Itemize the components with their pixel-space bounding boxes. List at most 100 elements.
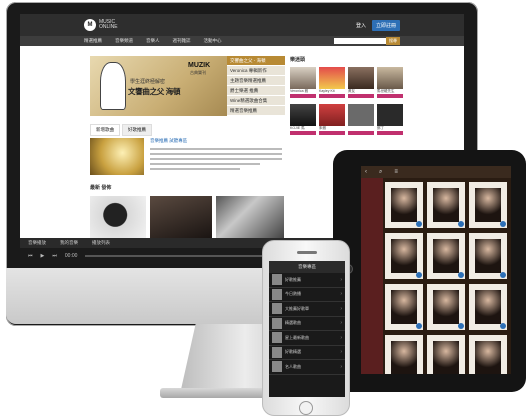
- search-input[interactable]: [334, 38, 386, 44]
- hero-menu: 交響曲之父 - 海頓 Veronica 專輯新作 主題音樂精選推薦 爵士樂選 推…: [227, 56, 285, 116]
- list-item-label: 星上最新歌曲: [285, 334, 309, 340]
- album-card[interactable]: [469, 233, 507, 279]
- player-time: 00:00: [64, 253, 78, 259]
- album-cover: [391, 188, 417, 222]
- hero-menu-item[interactable]: Veronica 專輯新作: [227, 66, 285, 76]
- nav-item[interactable]: 音樂人: [146, 38, 160, 44]
- follow-button[interactable]: [348, 94, 374, 98]
- follow-button[interactable]: [290, 131, 316, 135]
- artist-card[interactable]: 黃友: [348, 67, 374, 101]
- release-thumb[interactable]: [216, 196, 284, 238]
- list-item-label: 大推薦好歌單: [285, 305, 309, 311]
- album-card[interactable]: [385, 182, 423, 228]
- nav-item[interactable]: 精選推薦: [84, 38, 102, 44]
- chevron-right-icon: ›: [340, 276, 342, 283]
- hero-menu-item[interactable]: Wine精選歌曲合集: [227, 96, 285, 106]
- list-item[interactable]: 名人歌曲 ›: [269, 360, 345, 375]
- album-cover: [433, 341, 459, 374]
- search-button[interactable]: 搜尋: [386, 37, 400, 45]
- next-icon[interactable]: ⏭: [52, 253, 57, 259]
- play-icon[interactable]: ▶: [41, 253, 45, 259]
- menu-icon[interactable]: ≡: [394, 169, 398, 175]
- list-thumb: [272, 361, 282, 373]
- list-item-label: 好歌精選: [285, 349, 301, 355]
- album-card[interactable]: [469, 284, 507, 330]
- artist-grid: Veronica 雅 Kayley Kit 黃友 馬世龍先生 KOJIE 馬 朱…: [290, 67, 403, 138]
- album-cover: [433, 290, 459, 324]
- article-text-line: [150, 168, 240, 170]
- avatar: [377, 67, 403, 89]
- prev-icon[interactable]: ⏮: [28, 253, 33, 259]
- tablet-header: ‹ ⌕ ≡: [361, 166, 511, 178]
- content-tabs: 新增歌曲 好歌推薦: [90, 124, 152, 136]
- account-area: 登入 立即註冊: [356, 19, 400, 31]
- album-cover: [391, 341, 417, 374]
- login-link[interactable]: 登入: [356, 22, 366, 29]
- list-item[interactable]: 好歌精選 ›: [269, 346, 345, 360]
- follow-button[interactable]: [377, 94, 403, 98]
- nav-item[interactable]: 音樂頻道: [115, 38, 133, 44]
- nav-item[interactable]: 活動中心: [204, 38, 222, 44]
- album-card[interactable]: [385, 335, 423, 374]
- phone-home-button[interactable]: [299, 401, 313, 415]
- phone-header: 音樂專區: [269, 261, 345, 273]
- tablet-sidebar: [361, 178, 383, 374]
- list-item[interactable]: 精選歌曲 ›: [269, 317, 345, 331]
- follow-button[interactable]: [348, 131, 374, 135]
- article-title[interactable]: 音樂推薦 試聽專區: [150, 138, 187, 144]
- release-thumb[interactable]: [90, 196, 146, 238]
- site-logo[interactable]: M MUSIC ONLINE: [84, 19, 118, 31]
- album-card[interactable]: [469, 182, 507, 228]
- artist-card[interactable]: 鄭丁: [377, 104, 403, 138]
- top-bar: M MUSIC ONLINE 登入 立即註冊: [20, 14, 464, 36]
- artists-panel-title: 樂迷頭: [290, 57, 306, 63]
- album-card[interactable]: [427, 284, 465, 330]
- album-card[interactable]: [427, 335, 465, 374]
- list-thumb: [272, 288, 282, 300]
- hero-menu-item[interactable]: 交響曲之父 - 海頓: [227, 56, 285, 66]
- list-item[interactable]: 好歌推薦 ›: [269, 273, 345, 288]
- album-card[interactable]: [385, 233, 423, 279]
- release-thumb[interactable]: [150, 196, 212, 238]
- follow-button[interactable]: [319, 94, 345, 98]
- avatar: [319, 67, 345, 89]
- album-card[interactable]: [427, 182, 465, 228]
- artist-card[interactable]: Kayley Kit: [319, 67, 345, 101]
- featured-article[interactable]: 音樂推薦 試聽專區: [90, 138, 285, 178]
- artist-card[interactable]: 朱雅: [319, 104, 345, 138]
- tablet-device: ‹ ⌕ ≡: [333, 150, 526, 392]
- follow-button[interactable]: [290, 94, 316, 98]
- album-card[interactable]: [385, 284, 423, 330]
- artist-card[interactable]: [348, 104, 374, 138]
- follow-button[interactable]: [377, 131, 403, 135]
- tab-new-songs[interactable]: 新增歌曲: [90, 124, 120, 136]
- nav-item[interactable]: 週刊雜誌: [173, 38, 191, 44]
- chevron-right-icon: ›: [340, 363, 342, 370]
- player-tab[interactable]: 音樂播放: [28, 240, 46, 246]
- list-item-label: 今日熱播: [285, 291, 301, 297]
- artist-card[interactable]: KOJIE 馬: [290, 104, 316, 138]
- hero-menu-item[interactable]: 爵士樂選 推薦: [227, 86, 285, 96]
- hero-menu-item[interactable]: 主題音樂精選推薦: [227, 76, 285, 86]
- article-image: [90, 138, 144, 175]
- avatar: [319, 104, 345, 126]
- join-button[interactable]: 立即註冊: [371, 19, 400, 31]
- list-thumb: [272, 346, 282, 358]
- list-item[interactable]: 星上最新歌曲 ›: [269, 331, 345, 346]
- artist-card[interactable]: Veronica 雅: [290, 67, 316, 101]
- artist-card[interactable]: 馬世龍先生: [377, 67, 403, 101]
- hero-menu-item[interactable]: 精選音樂推薦: [227, 106, 285, 116]
- hero-banner[interactable]: MUZIK 古典樂刊 學生涯終極解密 文響曲之父 海頓: [90, 56, 227, 116]
- list-item-label: 好歌推薦: [285, 276, 301, 282]
- player-tab[interactable]: 播放列表: [92, 240, 110, 246]
- search-icon[interactable]: ⌕: [379, 169, 382, 176]
- list-item[interactable]: 大推薦好歌單 ›: [269, 302, 345, 317]
- list-item[interactable]: 今日熱播 ›: [269, 288, 345, 302]
- album-card[interactable]: [469, 335, 507, 374]
- article-text-line: [150, 163, 260, 165]
- tab-recommended[interactable]: 好歌推薦: [122, 124, 152, 136]
- follow-button[interactable]: [319, 131, 345, 135]
- album-card[interactable]: [427, 233, 465, 279]
- back-icon[interactable]: ‹: [365, 169, 367, 175]
- player-tab[interactable]: 我的音樂: [60, 240, 78, 246]
